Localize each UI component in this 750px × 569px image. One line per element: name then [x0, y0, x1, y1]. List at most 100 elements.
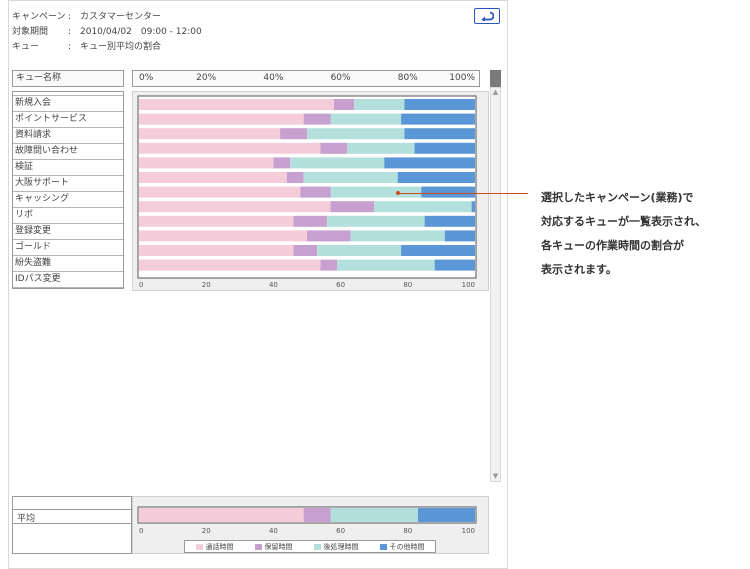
bar-segment — [139, 259, 321, 271]
bar-segment — [471, 201, 475, 213]
average-bar-segment — [330, 508, 418, 522]
back-button[interactable] — [474, 8, 500, 24]
percent-tick-label: 0% — [139, 73, 154, 83]
bar-segment — [280, 128, 307, 140]
bar-segment — [139, 215, 294, 227]
average-bar-segment — [417, 508, 475, 522]
vertical-scrollbar[interactable]: ▲ ▼ — [490, 87, 501, 482]
legend-label: 通話時間 — [205, 542, 234, 551]
bar-segment — [330, 201, 375, 213]
x-tick-label: 40 — [269, 281, 278, 289]
return-arrow-icon — [481, 11, 494, 21]
bar-segment — [320, 142, 348, 154]
percent-tick-label: 20% — [196, 73, 217, 83]
x-tick-label: 80 — [403, 281, 412, 289]
queue-list: 新規入会 ポイントサービス 資料請求 故障問い合わせ 検証 大阪サポート キャッシング リボ登… — [12, 91, 124, 289]
bar-segment — [350, 230, 445, 242]
bar-segment — [139, 157, 274, 169]
bar-segment — [303, 172, 398, 183]
scroll-up-icon[interactable]: ▲ — [491, 88, 500, 97]
legend-label: 後処理時間 — [323, 542, 359, 551]
queue-name-row[interactable]: 資料請求 — [13, 128, 123, 144]
bar-segment — [333, 99, 355, 110]
average-label-box: 平均 — [12, 496, 132, 554]
bar-segment — [354, 99, 405, 110]
x-tick-label: 100 — [462, 281, 475, 289]
queue-name-row[interactable]: 登録変更 — [13, 224, 123, 240]
bar-segment — [300, 186, 331, 198]
queue-chart: 0 20 40 60 80 100 — [132, 91, 489, 291]
queue-name-row[interactable]: 検証 — [13, 160, 123, 176]
bar-segment — [307, 230, 351, 242]
x-tick-label: 60 — [336, 527, 345, 535]
callout-line — [398, 193, 528, 194]
bar-segment — [320, 259, 338, 271]
header-value-queue: キュー別平均の割合 — [80, 42, 162, 52]
bar-segment — [404, 99, 475, 110]
legend-swatch — [379, 543, 387, 550]
chart-legend: 通話時間 保留時間 後処理時間 その他時間 — [184, 540, 436, 553]
bar-segment — [303, 113, 331, 125]
x-tick-label: 60 — [336, 281, 345, 289]
queue-name-row[interactable]: 新規入会 — [13, 96, 123, 112]
legend-label: その他時間 — [389, 542, 425, 551]
bar-segment — [139, 128, 281, 140]
queue-name-row[interactable]: リボ — [13, 208, 123, 224]
queue-name-row[interactable]: IDパス変更 — [13, 272, 123, 288]
bar-segment — [330, 113, 402, 125]
bar-segment — [307, 128, 405, 140]
queue-name-row[interactable]: キャッシング — [13, 192, 123, 208]
x-tick-label: 0 — [139, 281, 143, 289]
queue-stacked-bar-chart: 0 20 40 60 80 100 — [137, 95, 477, 289]
percent-tick-label: 40% — [263, 73, 284, 83]
legend-item: 通話時間 — [195, 542, 234, 552]
bar-segment — [444, 230, 475, 242]
bar-segment — [414, 142, 475, 154]
bar-segment — [337, 259, 435, 271]
bar-segment — [401, 113, 475, 125]
bar-segment — [139, 172, 287, 183]
header-value-period: 2010/04/02 09:00 - 12:00 — [80, 27, 202, 37]
percent-axis: 0% 20% 40% 60% 80% 100% — [132, 70, 480, 87]
percent-tick-label: 80% — [397, 73, 418, 83]
legend-item: その他時間 — [379, 542, 425, 552]
bar-segment — [374, 201, 472, 213]
bar-segment — [424, 215, 475, 227]
queue-name-header: キュー名称 — [12, 70, 124, 87]
percent-tick-label: 60% — [330, 73, 351, 83]
legend-swatch — [313, 543, 321, 550]
scroll-down-icon[interactable]: ▼ — [491, 472, 500, 481]
header-key-period: 対象期間 — [12, 27, 49, 37]
x-tick-label: 40 — [269, 527, 278, 535]
bar-segment — [273, 157, 291, 169]
queue-name-row[interactable]: 紛失盗難 — [13, 256, 123, 272]
callout-text: 選択したキャンペーン(業務)で 対応するキューが一覧表示され、 各キューの作業時… — [541, 191, 707, 276]
legend-swatch — [195, 543, 203, 550]
legend-item: 後処理時間 — [313, 542, 359, 552]
queue-name-row[interactable]: ポイントサービス — [13, 112, 123, 128]
x-tick-label: 0 — [139, 527, 143, 535]
legend-swatch — [254, 543, 262, 550]
header-key-campaign: キャンペーン — [12, 12, 66, 22]
x-tick-label: 80 — [403, 527, 412, 535]
bar-segment — [139, 230, 307, 242]
queue-name-row[interactable]: 大阪サポート — [13, 176, 123, 192]
x-tick-label: 20 — [202, 527, 211, 535]
header-key-queue: キュー — [12, 42, 40, 52]
bar-segment — [139, 99, 334, 110]
queue-name-row[interactable]: 故障問い合わせ — [13, 144, 123, 160]
x-tick-label: 100 — [462, 527, 475, 535]
bar-segment — [139, 142, 321, 154]
bar-segment — [293, 245, 318, 256]
legend-label: 保留時間 — [264, 542, 293, 551]
queue-name-row[interactable]: ゴールド — [13, 240, 123, 256]
bar-segment — [139, 245, 294, 256]
bar-segment — [327, 215, 425, 227]
bar-segment — [404, 128, 475, 140]
average-bar-segment — [139, 508, 304, 522]
bar-segment — [286, 172, 304, 183]
report-header: キャンペーン: カスタマーセンター 対象期間:2010/04/02 09:00 -… — [12, 10, 202, 55]
bar-segment — [139, 201, 331, 213]
bar-segment — [347, 142, 415, 154]
x-tick-label: 20 — [202, 281, 211, 289]
